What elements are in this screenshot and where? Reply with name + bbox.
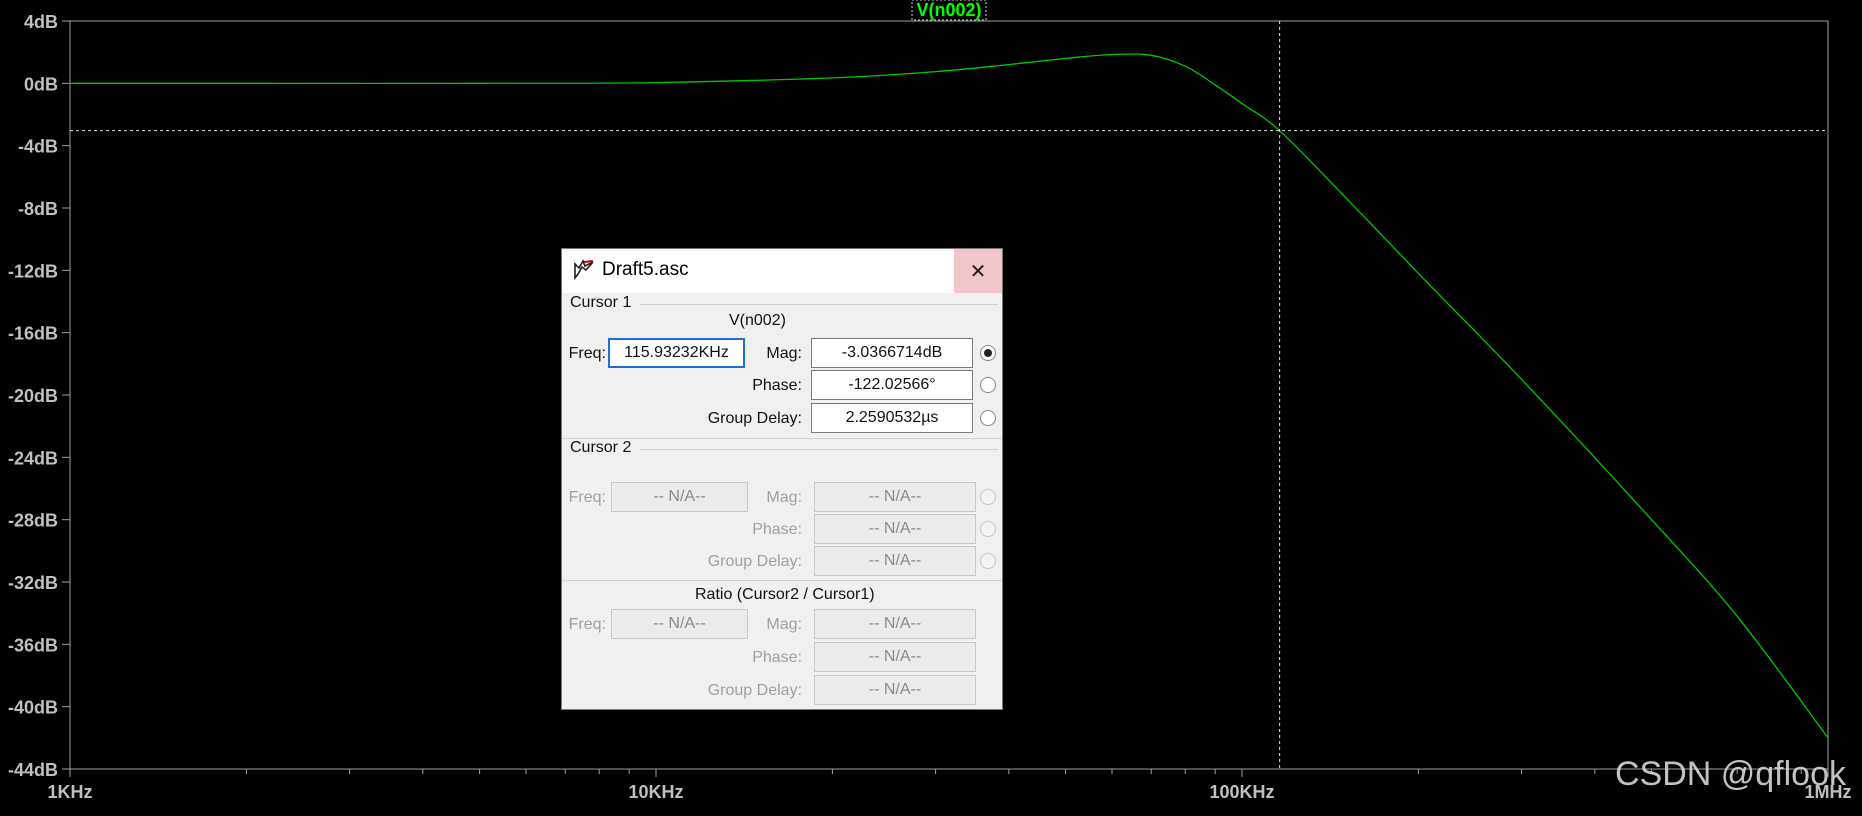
close-icon: ✕ <box>969 260 987 283</box>
cursor2-mag-value: -- N/A-- <box>814 482 976 512</box>
ratio-groupdelay-label: Group Delay: <box>707 682 802 699</box>
dialog-titlebar[interactable]: Draft5.asc ✕ <box>562 249 1002 293</box>
cursor2-groupdelay-value: -- N/A-- <box>814 546 976 576</box>
y-tick-label: 0dB <box>24 74 58 94</box>
y-tick-label: 4dB <box>24 12 58 32</box>
cursor1-divider <box>640 304 998 305</box>
cursor1-mag-radio[interactable] <box>980 345 996 361</box>
trace-label-text[interactable]: V(n002) <box>916 0 981 20</box>
cursor1-phase-radio[interactable] <box>980 377 996 393</box>
y-tick-label: -28dB <box>8 511 58 531</box>
cursor1-groupdelay-radio[interactable] <box>980 410 996 426</box>
ratio-mag-value: -- N/A-- <box>814 609 976 639</box>
y-tick-label: -4dB <box>18 137 58 157</box>
cursor2-heading: Cursor 2 <box>570 439 632 456</box>
section-divider-2 <box>562 580 1002 581</box>
y-tick-label: -36dB <box>8 635 58 655</box>
x-tick-label: 100KHz <box>1209 782 1274 802</box>
y-tick-label: -24dB <box>8 448 58 468</box>
ratio-freq-value: -- N/A-- <box>611 609 748 639</box>
cursor2-freq-label: Freq: <box>568 489 606 506</box>
cursor2-phase-label: Phase: <box>752 521 802 538</box>
cursor2-groupdelay-label: Group Delay: <box>707 553 802 570</box>
cursor2-freq-value: -- N/A-- <box>611 482 748 512</box>
cursor1-freq-label: Freq: <box>568 345 606 362</box>
cursor1-mag-label: Mag: <box>766 345 802 362</box>
ratio-phase-value: -- N/A-- <box>814 642 976 672</box>
y-tick-label: -20dB <box>8 386 58 406</box>
ratio-groupdelay-value: -- N/A-- <box>814 675 976 705</box>
ratio-mag-label: Mag: <box>766 616 802 633</box>
cursor1-groupdelay-label: Group Delay: <box>707 410 802 427</box>
watermark-text: CSDN @qflook <box>1614 755 1846 793</box>
cursor2-mag-radio <box>980 489 996 505</box>
cursor1-groupdelay-value: 2.2590532µs <box>811 403 973 433</box>
cursor1-mag-value: -3.0366714dB <box>811 338 973 368</box>
cursor2-divider <box>640 449 998 450</box>
cursor2-phase-radio <box>980 521 996 537</box>
y-tick-label: -40dB <box>8 698 58 718</box>
cursor2-phase-value: -- N/A-- <box>814 514 976 544</box>
cursor1-freq-input[interactable]: 115.93232KHz <box>608 338 745 368</box>
cursor2-mag-label: Mag: <box>766 489 802 506</box>
dialog-title: Draft5.asc <box>602 259 689 280</box>
ratio-phase-label: Phase: <box>752 649 802 666</box>
ratio-freq-label: Freq: <box>568 616 606 633</box>
y-tick-label: -8dB <box>18 199 58 219</box>
cursor1-trace-name: V(n002) <box>729 312 786 329</box>
close-button[interactable]: ✕ <box>954 249 1002 293</box>
ltspice-app-icon <box>574 259 594 281</box>
cursor1-phase-label: Phase: <box>752 377 802 394</box>
y-tick-label: -44dB <box>8 760 58 780</box>
ratio-heading: Ratio (Cursor2 / Cursor1) <box>695 586 875 603</box>
y-tick-label: -12dB <box>8 261 58 281</box>
cursor1-heading: Cursor 1 <box>570 294 632 311</box>
trace-label-group[interactable]: V(n002) <box>911 0 987 21</box>
y-tick-label: -16dB <box>8 324 58 344</box>
cursor-dialog[interactable]: Draft5.asc ✕ Cursor 1 V(n002) Freq: 115.… <box>561 248 1003 710</box>
x-tick-label: 10KHz <box>628 782 683 802</box>
y-tick-label: -32dB <box>8 573 58 593</box>
x-tick-label: 1KHz <box>47 782 92 802</box>
cursor2-groupdelay-radio <box>980 553 996 569</box>
cursor1-phase-value: -122.02566° <box>811 370 973 400</box>
